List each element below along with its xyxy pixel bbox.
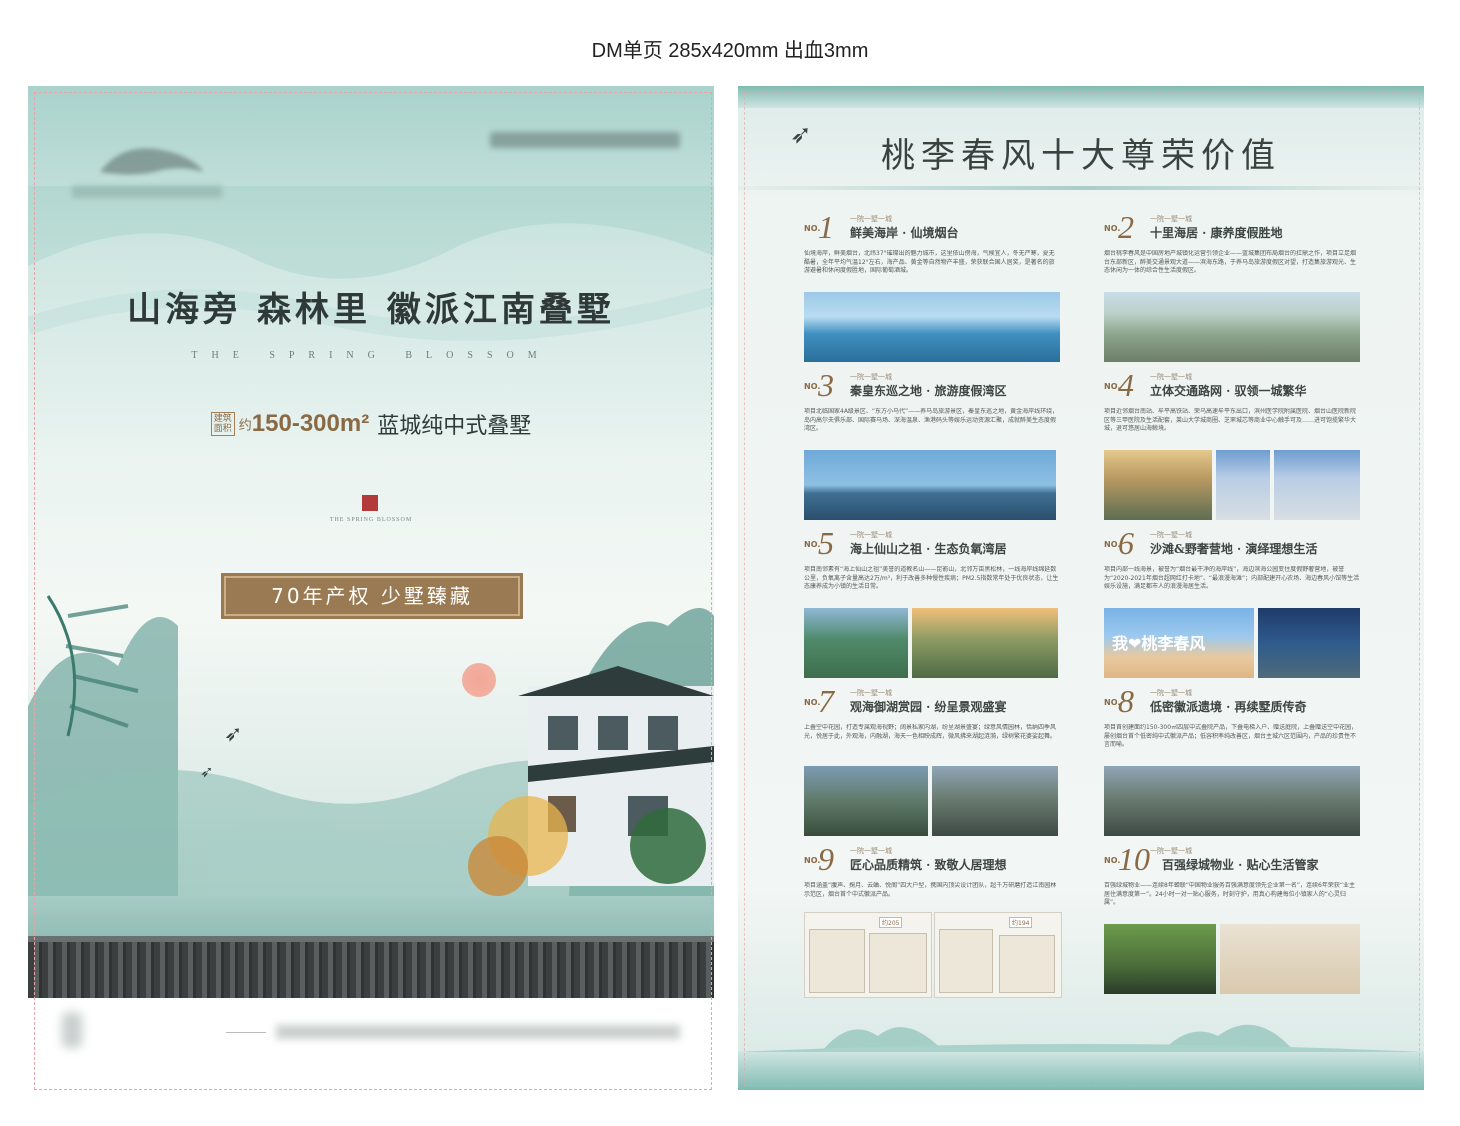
item-tag: 一院一墅一城 bbox=[1150, 373, 1192, 381]
item-tag: 一院一墅一城 bbox=[850, 689, 892, 697]
value-item-7: NO. 7 一院一墅一城 观海御湖赏园 · 纷呈景观盛宴 上叠空中花园，打造专属… bbox=[804, 683, 1060, 842]
area-badge: 建筑面积 bbox=[210, 412, 235, 436]
floor-plan-a: 约205 bbox=[804, 912, 932, 998]
valley-sunset-photo bbox=[912, 608, 1058, 678]
value-item-10: NO. 10 一院一墅一城 百强绿城物业 · 贴心生活管家 百强绿城物业——连续… bbox=[1104, 841, 1360, 1000]
villa-exterior-photo bbox=[1104, 766, 1360, 836]
value-item-8: NO. 8 一院一墅一城 低密徽派遗境 · 再续墅质传奇 项目首创建面约150-… bbox=[1104, 683, 1360, 842]
ink-hills-bottom bbox=[738, 1024, 1424, 1056]
value-item-6: NO. 6 一院一墅一城 沙滩&野奢营地 · 演绎理想生活 项目内部一线海景，被… bbox=[1104, 525, 1360, 684]
page-caption: DM单页 285x420mm 出血3mm bbox=[591, 40, 869, 62]
highway-photo bbox=[1104, 450, 1212, 520]
value-item-4: NO. 4 一院一墅一城 立体交通路网 · 驭领一城繁华 项目近邻烟台南站、牟平… bbox=[1104, 367, 1360, 526]
area-line: 建筑面积 约150-300m² 蓝城纯中式叠墅 bbox=[28, 408, 714, 440]
item-tag: 一院一墅一城 bbox=[850, 373, 892, 381]
item-tag: 一院一墅一城 bbox=[850, 215, 892, 223]
value-item-9: NO. 9 一院一墅一城 匠心品质精筑 · 致敬人居理想 项目涵盖“腹声、掬月、… bbox=[804, 841, 1062, 1000]
service-desk-photo bbox=[1220, 924, 1360, 994]
item-number: 4 bbox=[1118, 367, 1134, 403]
left-footer bbox=[28, 998, 714, 1086]
campsite-night-photo bbox=[1258, 608, 1360, 678]
item-description: 仙境海岸，鲜美烟台，北纬37°璀璨出的魅力城市，这里依山傍海，气候宜人，冬无严寒… bbox=[804, 250, 1055, 274]
item-number: 8 bbox=[1118, 683, 1134, 719]
item-number: 3 bbox=[818, 367, 834, 403]
item-tag: 一院一墅一城 bbox=[850, 531, 892, 539]
plan-level bbox=[869, 933, 927, 993]
plan-level bbox=[999, 935, 1055, 993]
item-number: 1 bbox=[818, 209, 834, 245]
garden-photo bbox=[804, 766, 928, 836]
brand-partners-logo bbox=[490, 132, 680, 148]
value-item-1: NO. 1 一院一墅一城 鲜美海岸 · 仙境烟台 仙境海岸，鲜美烟台，北纬37°… bbox=[804, 209, 1060, 368]
footer-divider bbox=[226, 1032, 266, 1033]
hospital-photo bbox=[1274, 450, 1360, 520]
item-tag: 一院一墅一城 bbox=[1150, 531, 1192, 539]
title-rule bbox=[738, 186, 1424, 190]
value-item-3: NO. 3 一院一墅一城 秦皇东巡之地 · 旅游度假湾区 项目北临国家4A级景区… bbox=[804, 367, 1060, 526]
landscape-illustration bbox=[28, 595, 714, 906]
red-sun-icon bbox=[462, 663, 496, 697]
item-number: 5 bbox=[818, 525, 834, 561]
bottom-band bbox=[738, 1052, 1424, 1090]
item-number: 7 bbox=[818, 683, 834, 719]
plan-level bbox=[939, 929, 993, 993]
item-number: 9 bbox=[818, 841, 834, 877]
item-description: 项目内部一线海景，被誉为“烟台最干净的海岸线”，海边滨海公园变住度假野奢营地，被… bbox=[1104, 566, 1360, 590]
swallow-small-icon: ➶ bbox=[200, 762, 214, 781]
item-title: 观海御湖赏园 · 纷呈景观盛宴 bbox=[850, 700, 1007, 714]
item-title: 海上仙山之祖 · 生态负氧湾居 bbox=[850, 542, 1007, 556]
item-title: 沙滩&野奢营地 · 演绎理想生活 bbox=[1150, 542, 1318, 556]
footer-address bbox=[276, 1025, 680, 1039]
item-title: 低密徽派遗境 · 再续墅质传奇 bbox=[1150, 700, 1307, 714]
item-tag: 一院一墅一城 bbox=[1150, 215, 1192, 223]
security-team-photo bbox=[1104, 924, 1216, 994]
plan-area-tag: 约205 bbox=[879, 917, 903, 928]
item-description: 项目涵盖“腹声、掬月、云蛐、悦阁”四大户型，携国内顶尖设计团队，超千万研磨打造江… bbox=[804, 882, 1057, 898]
item-tag: 一院一墅一城 bbox=[1150, 847, 1192, 855]
item-description: 项目北临国家4A级景区、“东方小马代”——养马岛旅游景区，秦皇东巡之地，黄金海岸… bbox=[804, 408, 1059, 432]
item-title: 秦皇东巡之地 · 旅游度假湾区 bbox=[850, 384, 1007, 398]
plan-area-tag: 约194 bbox=[1009, 917, 1033, 928]
item-title: 鲜美海岸 · 仙境烟台 bbox=[850, 226, 959, 240]
area-prefix: 约 bbox=[238, 418, 252, 434]
station-photo bbox=[1216, 450, 1270, 520]
english-title: THE SPRING BLOSSOM bbox=[191, 350, 551, 361]
item-title: 百强绿城物业 · 贴心生活管家 bbox=[1162, 858, 1319, 872]
item-tag: 一院一墅一城 bbox=[1150, 689, 1192, 697]
footer-logo bbox=[62, 1012, 82, 1048]
right-title: 桃李春风十大尊荣价值 bbox=[881, 136, 1281, 176]
top-band bbox=[738, 86, 1424, 108]
right-dm-page: ➶ 桃李春风十大尊荣价值 NO. 1 一院一墅一城 鲜美海岸 · 仙境烟台 仙境… bbox=[738, 86, 1424, 1090]
item-title: 立体交通路网 · 驭领一城繁华 bbox=[1150, 384, 1307, 398]
item-description: 烟台桃李春风是中国房地产城镇化运营引领企业——蓝城集团布局烟台的扛鼎之作，项目立… bbox=[1104, 250, 1357, 274]
item-title: 匠心品质精筑 · 致敬人居理想 bbox=[850, 858, 1007, 872]
item-description: 项目南邻素有“海上仙山之祖”美誉的道教名山——昆嵛山，北邻万亩黑松林，一线海岸线… bbox=[804, 566, 1059, 590]
value-item-2: NO. 2 一院一墅一城 十里海居 · 康养度假胜地 烟台桃李春风是中国房地产城… bbox=[1104, 209, 1360, 368]
item-description: 上叠空中花园，打造专属观海视野；阔景私家内湖，纷呈湖景盛宴；绿意风情园林，恬纳四… bbox=[804, 724, 1057, 740]
main-title: 山海旁 森林里 徽派江南叠墅 bbox=[127, 290, 615, 330]
plan-level bbox=[809, 929, 865, 993]
item-description: 项目近邻烟台南站、牟平高铁站、荣乌高速牟平东出口，滨州医学院附属医院、烟台山医院… bbox=[1104, 408, 1357, 432]
floor-plan-b: 约194 bbox=[934, 912, 1062, 998]
item-number: 6 bbox=[1118, 525, 1134, 561]
horse-statue-photo bbox=[804, 450, 1056, 520]
coastline-photo bbox=[804, 292, 1060, 362]
item-title: 十里海居 · 康养度假胜地 bbox=[1150, 226, 1283, 240]
beach-photo: 我❤桃李春风 bbox=[1104, 608, 1254, 678]
area-range: 150-300m² bbox=[251, 410, 370, 437]
item-number: 10 bbox=[1118, 841, 1150, 877]
item-description: 百强绿城物业——连续8年蝉联“中国物业服务百强满意度领先企业第一名”，连续6年荣… bbox=[1104, 882, 1355, 906]
forest-coast-photo bbox=[804, 608, 908, 678]
roof-tiles bbox=[28, 942, 714, 998]
area-description: 蓝城纯中式叠墅 bbox=[377, 414, 532, 439]
aerial-city-photo bbox=[1104, 292, 1360, 362]
left-dm-page: 山海旁 森林里 徽派江南叠墅 THE SPRING BLOSSOM 建筑面积 约1… bbox=[28, 86, 714, 998]
item-tag: 一院一墅一城 bbox=[850, 847, 892, 855]
beach-sign-text: 我❤桃李春风 bbox=[1112, 634, 1206, 653]
item-number: 2 bbox=[1118, 209, 1134, 245]
value-item-5: NO. 5 一院一墅一城 海上仙山之祖 · 生态负氧湾居 项目南邻素有“海上仙山… bbox=[804, 525, 1060, 684]
swallow-icon: ➶ bbox=[224, 722, 243, 747]
item-description: 项目首创建面约150-300㎡四层中式叠院产品，下叠电梯入户、赠送庭院，上叠赠送… bbox=[1104, 724, 1358, 748]
villa-photo bbox=[932, 766, 1058, 836]
